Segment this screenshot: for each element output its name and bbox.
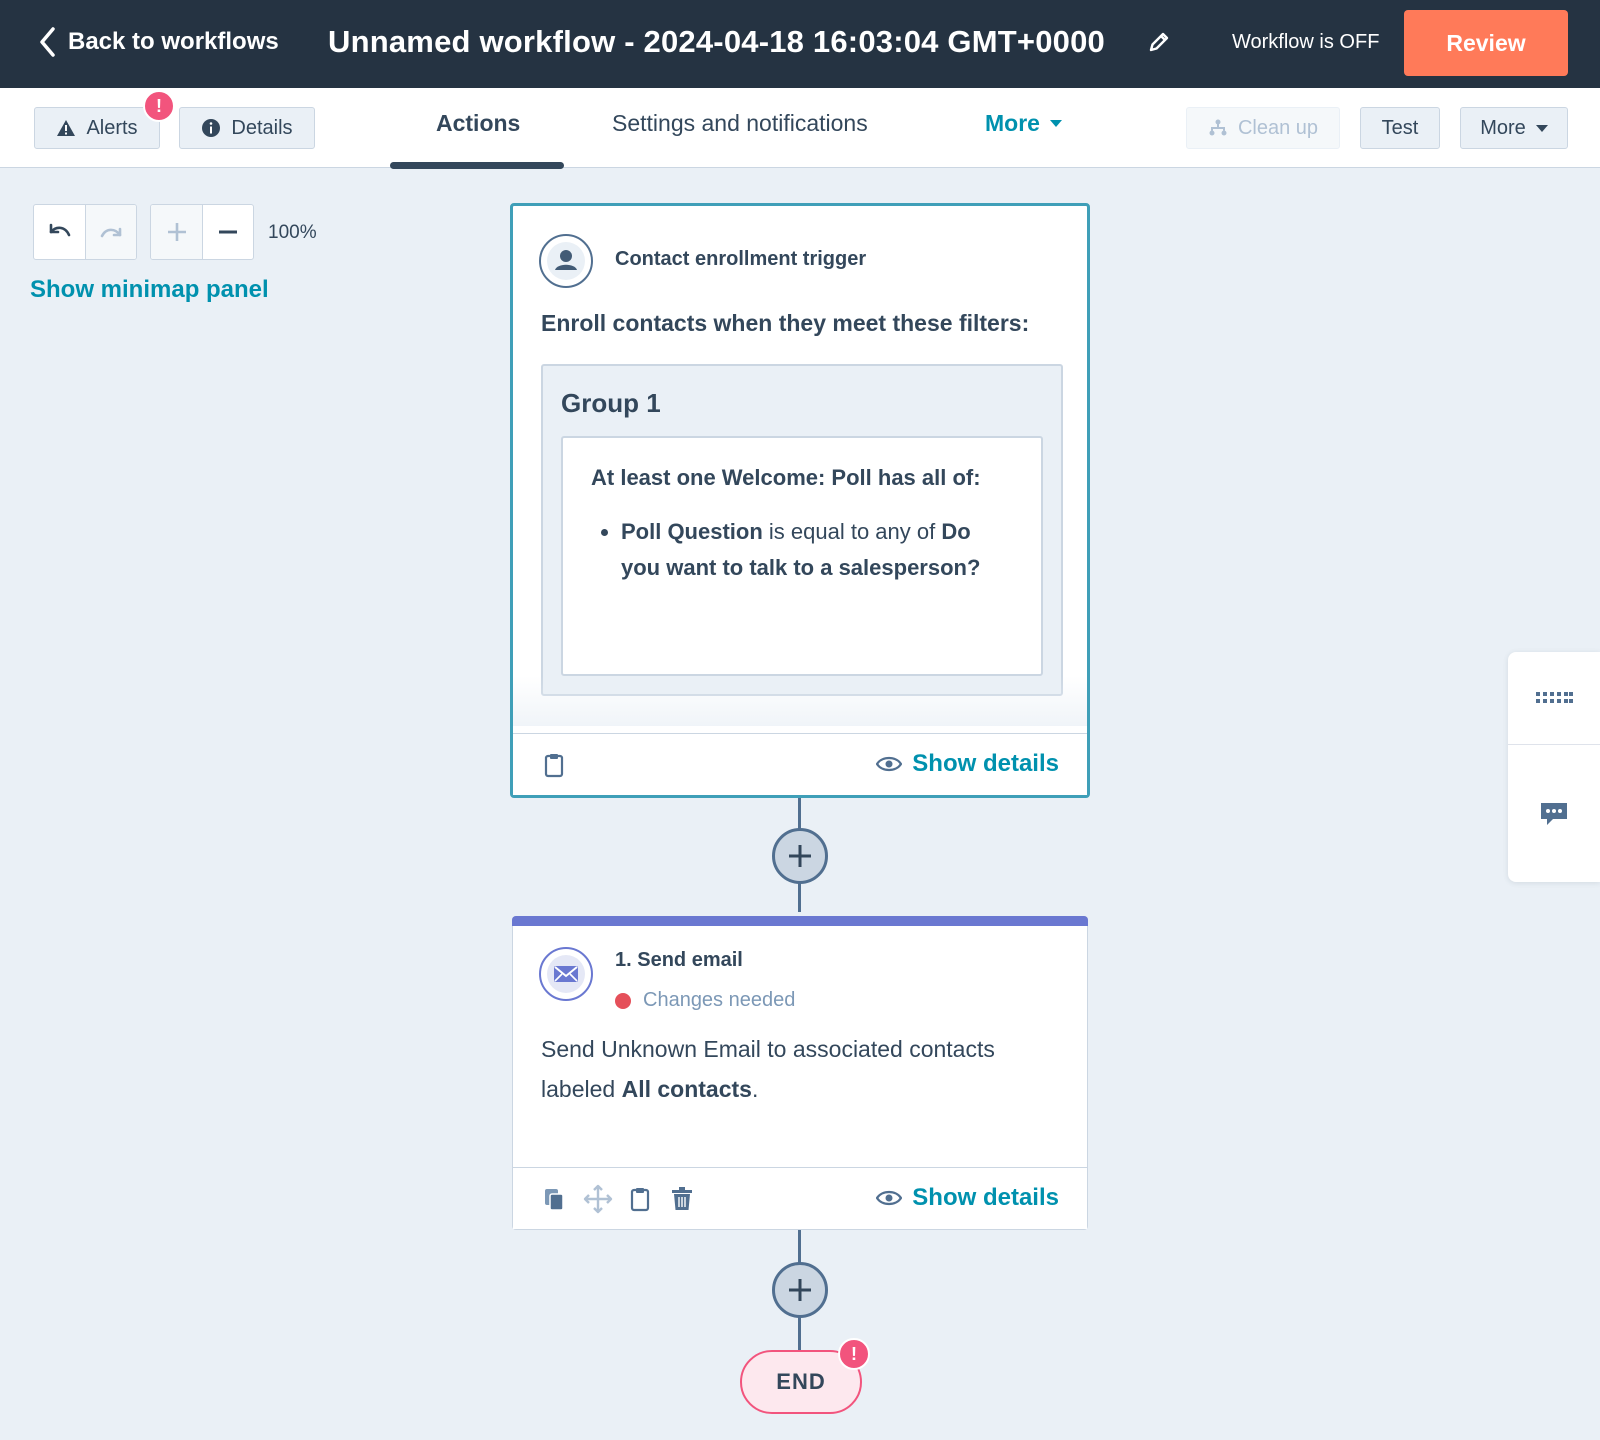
more-actions-label: More [1480,116,1526,139]
end-alert-badge: ! [838,1338,870,1370]
tab-more[interactable]: More [985,110,1062,137]
undo-icon [49,223,70,237]
chevron-left-icon [40,27,55,57]
trigger-footer: Show details [513,733,1087,795]
description-suffix: . [751,1076,759,1102]
show-minimap-link[interactable]: Show minimap panel [30,276,269,304]
filter-criteria: At least one Welcome: Poll has all of: P… [561,436,1043,676]
review-button[interactable]: Review [1404,10,1568,76]
clean-up-label: Clean up [1237,116,1319,139]
details-button[interactable]: Details [179,107,315,149]
description-label: All contacts [621,1076,752,1102]
caret-down-icon [1535,124,1548,132]
tab-actions[interactable]: Actions [436,110,520,137]
action-color-bar [512,916,1088,926]
zoom-in-button[interactable] [151,205,202,259]
filter-property: Poll Question [621,519,763,544]
plus-icon [789,845,811,867]
keyboard-shortcuts-button[interactable] [1508,652,1600,744]
back-to-workflows-link[interactable]: Back to workflows [38,26,279,58]
filter-operator: is equal to any of [762,519,942,544]
test-button[interactable]: Test [1360,107,1440,149]
email-icon [539,947,593,1001]
pencil-icon[interactable] [1148,30,1170,54]
redo-button[interactable] [85,205,136,259]
active-tab-indicator [390,162,564,169]
end-label: END [776,1369,826,1394]
workflow-title: Unnamed workflow - 2024-04-18 16:03:04 G… [328,24,1105,59]
zoom-out-icon [219,230,237,234]
clipboard-icon[interactable] [541,752,567,778]
filter-list: Poll Question is equal to any of Do you … [591,514,1013,586]
info-icon [202,119,221,137]
group-title: Group 1 [561,388,661,418]
workflow-status: Workflow is OFF [1232,31,1380,53]
eye-icon [876,756,903,772]
clean-up-button[interactable]: Clean up [1186,107,1340,149]
history-controls [33,204,137,260]
workflow-toolbar: Alerts ! Details Actions Settings and no… [0,88,1600,169]
alerts-button[interactable]: Alerts [34,107,160,149]
show-details-label: Show details [912,750,1059,777]
warning-icon [57,120,76,136]
side-tools-panel [1508,652,1600,882]
zoom-out-button[interactable] [202,205,253,259]
comments-button[interactable] [1508,745,1600,882]
clipboard-icon[interactable] [627,1186,653,1212]
action-status: Changes needed [615,989,795,1012]
status-text: Changes needed [643,989,796,1011]
add-action-button[interactable] [772,1262,828,1318]
top-bar: Back to workflows Unnamed workflow - 202… [0,0,1600,88]
enrollment-trigger-card[interactable]: Contact enrollment trigger Enroll contac… [510,203,1090,798]
move-icon[interactable] [583,1184,613,1214]
send-email-action-card[interactable]: 1. Send email Changes needed Send Unknow… [512,916,1088,1230]
plus-icon [789,1279,811,1301]
filter-heading: At least one Welcome: Poll has all of: [591,465,981,490]
trash-icon[interactable] [669,1186,695,1212]
zoom-in-icon [167,223,186,241]
description-text: Send Unknown Email to associated contact… [541,1036,995,1102]
action-show-details[interactable]: Show details [876,1184,1059,1212]
filter-group: Group 1 At least one Welcome: Poll has a… [541,364,1063,696]
card-fade [513,676,1087,726]
filter-item: Poll Question is equal to any of Do you … [621,514,1013,586]
trigger-title: Contact enrollment trigger [615,248,867,270]
caret-down-icon [1049,120,1062,127]
cleanup-icon [1209,119,1227,136]
chat-icon [1541,802,1567,825]
tab-more-label: More [985,110,1040,136]
zoom-level: 100% [268,222,317,243]
keyboard-icon [1536,692,1573,703]
more-actions-button[interactable]: More [1460,107,1568,149]
back-label: Back to workflows [68,28,279,55]
enroll-description: Enroll contacts when they meet these fil… [541,310,1030,336]
trigger-show-details[interactable]: Show details [876,750,1059,778]
status-dot [615,992,631,1009]
undo-button[interactable] [34,205,85,259]
copy-icon[interactable] [541,1186,567,1212]
action-description: Send Unknown Email to associated contact… [541,1029,1061,1109]
contact-icon [539,234,593,288]
alerts-label: Alerts [86,116,138,139]
zoom-controls [150,204,254,260]
show-details-label: Show details [912,1184,1059,1211]
eye-icon [876,1190,903,1206]
alerts-badge: ! [143,90,175,122]
redo-icon [100,227,122,238]
action-footer: Show details [513,1167,1087,1229]
add-action-button[interactable] [772,828,828,884]
tab-settings-and-notifications[interactable]: Settings and notifications [612,110,868,137]
details-label: Details [231,116,293,139]
action-title: 1. Send email [615,949,743,971]
